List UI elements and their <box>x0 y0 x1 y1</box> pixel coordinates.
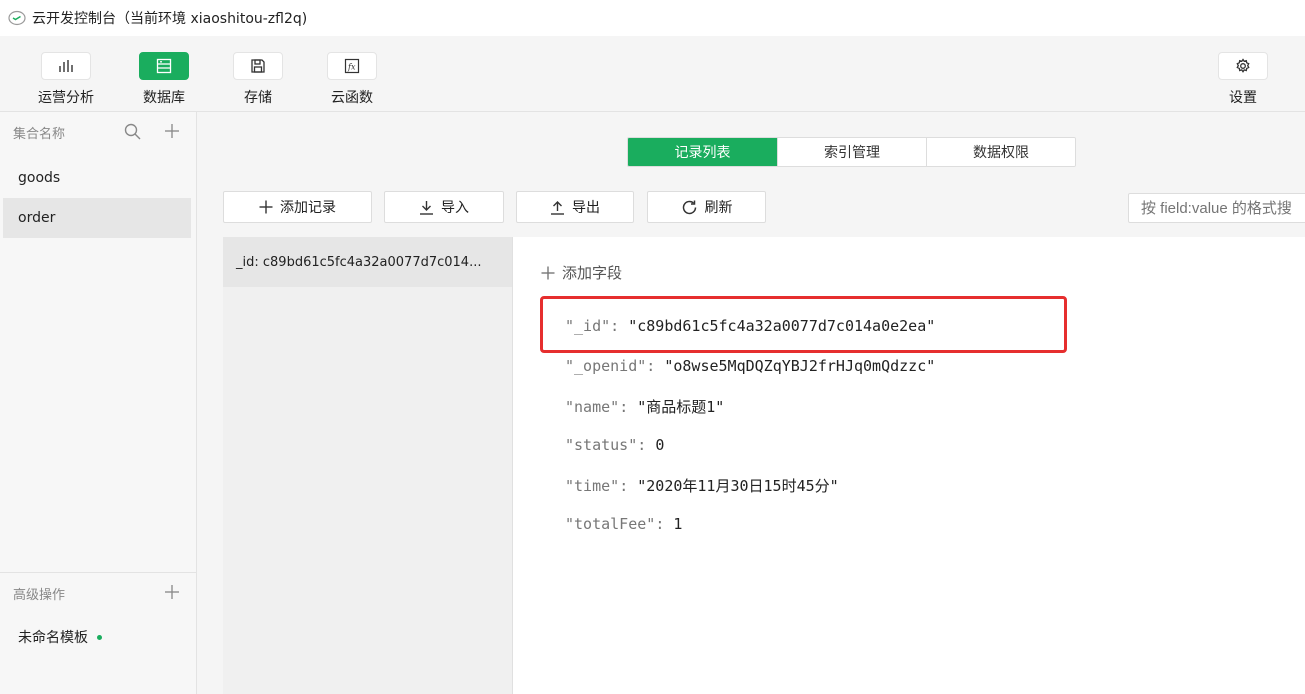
field-value: "2020年11月30日15时45分" <box>637 477 839 495</box>
field-row[interactable]: "time": "2020年11月30日15时45分" <box>565 475 839 496</box>
record-detail: 添加字段 "_id": "c89bd61c5fc4a32a0077d7c014a… <box>513 237 1305 694</box>
collections-sidebar: 集合名称 goods order 高级操作 未命名模板 <box>0 112 197 694</box>
toolbar-storage[interactable]: 存储 <box>218 52 298 107</box>
database-icon <box>139 52 189 80</box>
import-button[interactable]: 导入 <box>384 191 504 223</box>
record-search-input[interactable] <box>1128 193 1305 223</box>
field-key: "_openid" <box>565 357 647 375</box>
field-value: "商品标题1" <box>637 398 725 416</box>
plus-icon <box>259 200 273 214</box>
collection-item-order[interactable]: order <box>3 198 191 238</box>
status-dot <box>97 634 102 640</box>
add-field-button[interactable]: 添加字段 <box>541 262 622 283</box>
field-key: "_id" <box>565 317 611 335</box>
toolbar-settings[interactable]: 设置 <box>1203 52 1283 107</box>
field-value: "o8wse5MqDQZqYBJ2frHJq0mQdzzc" <box>664 357 936 375</box>
tab-index-management[interactable]: 索引管理 <box>777 138 926 166</box>
view-tabs: 记录列表 索引管理 数据权限 <box>627 137 1076 167</box>
field-key: "name" <box>565 398 620 416</box>
field-key: "time" <box>565 477 620 495</box>
record-item[interactable]: _id: c89bd61c5fc4a32a0077d7c014... <box>223 237 512 287</box>
add-collection-icon[interactable] <box>164 123 180 139</box>
field-key: "totalFee" <box>565 515 656 533</box>
toolbar-database-label: 数据库 <box>143 90 185 106</box>
collection-item-goods[interactable]: goods <box>3 158 191 198</box>
upload-icon <box>551 200 564 215</box>
main-toolbar: 运营分析 数据库 存储 fx 云函数 设置 <box>0 36 1305 112</box>
field-key: "status" <box>565 436 638 454</box>
field-row[interactable]: "_id": "c89bd61c5fc4a32a0077d7c014a0e2ea… <box>565 317 935 335</box>
svg-text:fx: fx <box>347 63 356 72</box>
field-value: 1 <box>673 515 683 533</box>
main-panel: 记录列表 索引管理 数据权限 添加记录 导入 导出 刷新 _id: c89bd6… <box>198 112 1305 694</box>
add-field-label: 添加字段 <box>562 264 623 282</box>
toolbar-settings-label: 设置 <box>1229 90 1257 106</box>
advanced-header-label: 高级操作 <box>13 587 66 603</box>
toolbar-analytics[interactable]: 运营分析 <box>26 52 106 107</box>
record-list: _id: c89bd61c5fc4a32a0077d7c014... <box>223 237 513 694</box>
import-label: 导入 <box>441 200 469 216</box>
refresh-label: 刷新 <box>704 200 733 216</box>
export-label: 导出 <box>572 200 600 216</box>
save-icon <box>233 52 283 80</box>
title-bar: 云开发控制台（当前环境 xiaoshitou-zfl2q) <box>0 0 1305 36</box>
tab-data-permissions[interactable]: 数据权限 <box>926 138 1075 166</box>
field-value: "c89bd61c5fc4a32a0077d7c014a0e2ea" <box>628 317 936 335</box>
toolbar-functions[interactable]: fx 云函数 <box>312 52 392 107</box>
toolbar-database[interactable]: 数据库 <box>124 52 204 107</box>
search-icon[interactable] <box>124 123 141 140</box>
field-value: 0 <box>655 436 665 454</box>
template-item[interactable]: 未命名模板 <box>0 617 196 657</box>
function-icon: fx <box>327 52 377 80</box>
toolbar-functions-label: 云函数 <box>331 90 373 106</box>
field-row[interactable]: "_openid": "o8wse5MqDQZqYBJ2frHJq0mQdzzc… <box>565 357 935 375</box>
field-row[interactable]: "status": 0 <box>565 436 664 454</box>
bar-chart-icon <box>41 52 91 80</box>
add-record-button[interactable]: 添加记录 <box>223 191 372 223</box>
refresh-icon <box>682 200 696 214</box>
tab-record-list[interactable]: 记录列表 <box>628 138 777 166</box>
plus-icon <box>541 266 555 279</box>
download-icon <box>420 200 433 215</box>
field-row[interactable]: "name": "商品标题1" <box>565 396 724 417</box>
collections-header: 集合名称 <box>0 112 196 152</box>
refresh-button[interactable]: 刷新 <box>647 191 766 223</box>
gear-icon <box>1218 52 1268 80</box>
toolbar-analytics-label: 运营分析 <box>38 90 94 106</box>
template-label: 未命名模板 <box>18 630 88 646</box>
field-row[interactable]: "totalFee": 1 <box>565 515 682 533</box>
cloud-logo-icon <box>8 10 26 26</box>
advanced-header: 高级操作 <box>0 573 196 613</box>
advanced-section: 高级操作 未命名模板 <box>0 572 196 657</box>
toolbar-storage-label: 存储 <box>244 90 272 106</box>
export-button[interactable]: 导出 <box>516 191 634 223</box>
add-template-icon[interactable] <box>164 584 180 600</box>
collections-header-label: 集合名称 <box>13 126 66 142</box>
window-title: 云开发控制台（当前环境 xiaoshitou-zfl2q) <box>32 11 308 27</box>
add-record-label: 添加记录 <box>280 200 336 216</box>
